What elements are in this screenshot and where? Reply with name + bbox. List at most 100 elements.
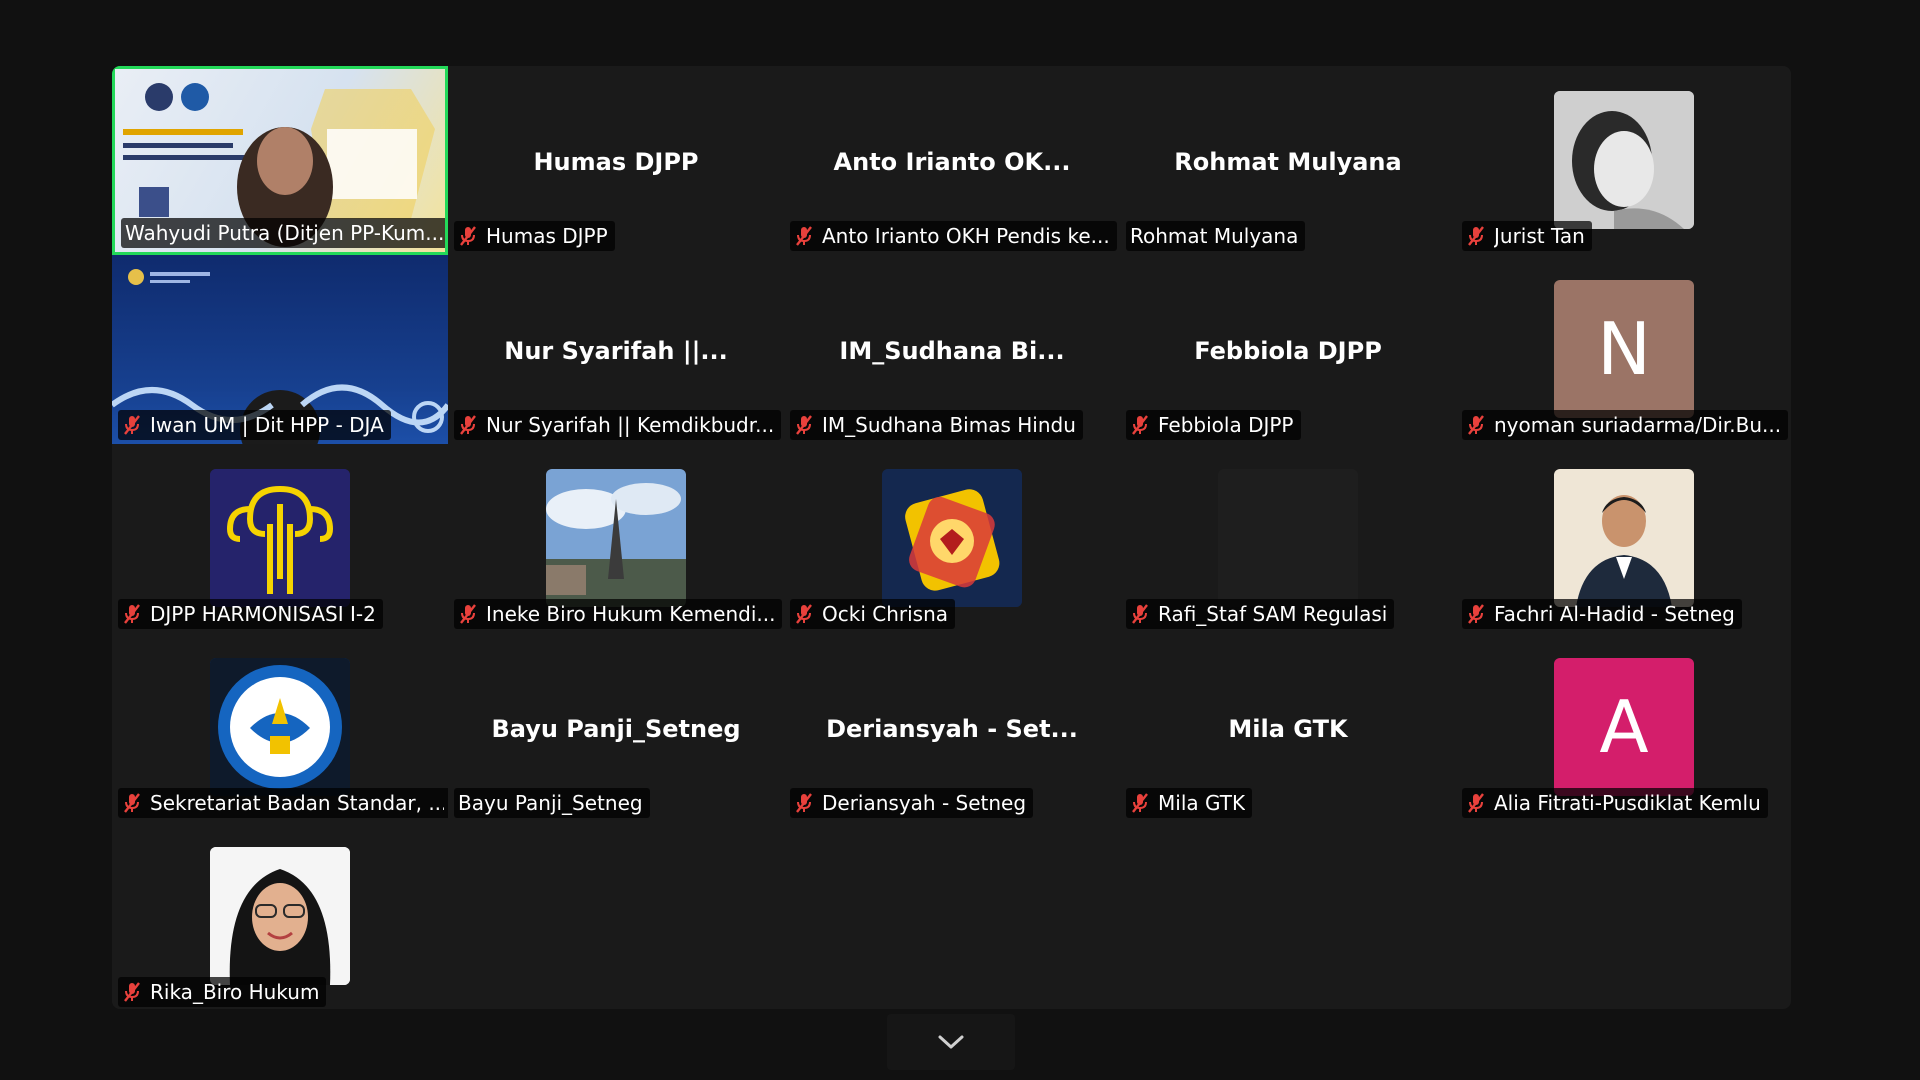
participant-name-label: Febbiola DJPP xyxy=(1126,410,1301,440)
participant-name: Sekretariat Badan Standar, ... xyxy=(150,791,444,815)
participant-avatar: N xyxy=(1554,280,1694,418)
participant-photo xyxy=(546,469,686,607)
participant-name: Humas DJPP xyxy=(486,224,608,248)
chevron-down-icon xyxy=(938,1035,964,1049)
participant-name: nyoman suriadarma/Dir.Bu... xyxy=(1494,413,1782,437)
mic-muted-icon xyxy=(1132,604,1148,624)
participant-name: Nur Syarifah || Kemdikbudr... xyxy=(486,413,775,437)
participant-photo xyxy=(1218,469,1358,607)
participant-tile[interactable]: Wahyudi Putra (Ditjen PP-Kum... xyxy=(112,66,448,255)
participant-tile[interactable]: Ocki Chrisna xyxy=(784,444,1120,633)
participant-logo xyxy=(882,469,1022,607)
participant-tile[interactable]: Anto Irianto OK... Anto Irianto OKH Pend… xyxy=(784,66,1120,255)
participant-name: Ineke Biro Hukum Kemendi... xyxy=(486,602,776,626)
participant-name-label: Alia Fitrati-Pusdiklat Kemlu xyxy=(1462,788,1768,818)
participant-display-name: Nur Syarifah ||... xyxy=(504,337,728,365)
participant-name: Rika_Biro Hukum xyxy=(150,980,320,1004)
participant-tile[interactable]: Jurist Tan xyxy=(1456,66,1791,255)
participant-tile[interactable]: Nur Syarifah ||... Nur Syarifah || Kemdi… xyxy=(448,255,784,444)
participant-tile[interactable]: Rafi_Staf SAM Regulasi xyxy=(1120,444,1456,633)
mic-muted-icon xyxy=(124,982,140,1002)
participant-name-label: Humas DJPP xyxy=(454,221,615,251)
participant-name-label: Iwan UM | Dit HPP - DJA xyxy=(118,410,391,440)
participant-display-name: IM_Sudhana Bi... xyxy=(839,337,1065,365)
participant-name-label: Jurist Tan xyxy=(1462,221,1592,251)
participant-tile[interactable]: Rohmat Mulyana Rohmat Mulyana xyxy=(1120,66,1456,255)
participant-name: Fachri Al-Hadid - Setneg xyxy=(1494,602,1735,626)
participant-tile[interactable]: Deriansyah - Set... Deriansyah - Setneg xyxy=(784,633,1120,822)
participant-name: Anto Irianto OKH Pendis ke... xyxy=(822,224,1110,248)
participant-photo xyxy=(210,847,350,985)
participant-name: Rohmat Mulyana xyxy=(1130,224,1299,248)
participant-avatar: A xyxy=(1554,658,1694,796)
participant-display-name: Mila GTK xyxy=(1228,715,1348,743)
participant-name: Wahyudi Putra (Ditjen PP-Kum... xyxy=(125,221,445,245)
participant-tile[interactable]: Ineke Biro Hukum Kemendi... xyxy=(448,444,784,633)
participant-name-label: Wahyudi Putra (Ditjen PP-Kum... xyxy=(121,218,445,248)
participant-tile[interactable]: Fachri Al-Hadid - Setneg xyxy=(1456,444,1791,633)
mic-muted-icon xyxy=(1468,415,1484,435)
participant-name-label: Ocki Chrisna xyxy=(790,599,956,629)
participant-name: Mila GTK xyxy=(1158,791,1246,815)
participant-display-name: Anto Irianto OK... xyxy=(833,148,1071,176)
participant-name: Rafi_Staf SAM Regulasi xyxy=(1158,602,1388,626)
mic-muted-icon xyxy=(796,415,812,435)
mic-muted-icon xyxy=(124,793,140,813)
mic-muted-icon xyxy=(1132,793,1148,813)
participant-display-name: Bayu Panji_Setneg xyxy=(491,715,741,743)
participant-logo xyxy=(210,469,350,607)
mic-muted-icon xyxy=(796,793,812,813)
participant-tile[interactable]: Mila GTK Mila GTK xyxy=(1120,633,1456,822)
participant-name: Febbiola DJPP xyxy=(1158,413,1294,437)
mic-muted-icon xyxy=(1468,226,1484,246)
participant-tile[interactable]: Bayu Panji_Setneg Bayu Panji_Setneg xyxy=(448,633,784,822)
mic-muted-icon xyxy=(1132,415,1148,435)
mic-muted-icon xyxy=(460,226,476,246)
participant-logo xyxy=(210,658,350,796)
mic-muted-icon xyxy=(796,604,812,624)
participant-tile[interactable]: IM_Sudhana Bi... IM_Sudhana Bimas Hindu xyxy=(784,255,1120,444)
participant-name-label: Rika_Biro Hukum xyxy=(118,977,327,1007)
participant-gallery-grid: Wahyudi Putra (Ditjen PP-Kum... Humas DJ… xyxy=(112,66,1791,1009)
participant-name: Alia Fitrati-Pusdiklat Kemlu xyxy=(1494,791,1761,815)
mic-muted-icon xyxy=(460,415,476,435)
mic-muted-icon xyxy=(1468,604,1484,624)
participant-name-label: Rafi_Staf SAM Regulasi xyxy=(1126,599,1395,629)
participant-name-label: DJPP HARMONISASI I-2 xyxy=(118,599,383,629)
participant-name-label: Sekretariat Badan Standar, ... xyxy=(118,788,448,818)
participant-name: Iwan UM | Dit HPP - DJA xyxy=(150,413,384,437)
participant-tile[interactable]: N nyoman suriadarma/Dir.Bu... xyxy=(1456,255,1791,444)
mic-muted-icon xyxy=(1468,793,1484,813)
mic-muted-icon xyxy=(796,226,812,246)
participant-name-label: nyoman suriadarma/Dir.Bu... xyxy=(1462,410,1789,440)
participant-name-label: Ineke Biro Hukum Kemendi... xyxy=(454,599,783,629)
participant-display-name: Febbiola DJPP xyxy=(1194,337,1382,365)
show-more-button[interactable] xyxy=(887,1014,1015,1070)
participant-name-label: Deriansyah - Setneg xyxy=(790,788,1034,818)
participant-name: IM_Sudhana Bimas Hindu xyxy=(822,413,1076,437)
participant-name-label: Bayu Panji_Setneg xyxy=(454,788,650,818)
participant-tile[interactable]: Iwan UM | Dit HPP - DJA xyxy=(112,255,448,444)
participant-tile[interactable]: Febbiola DJPP Febbiola DJPP xyxy=(1120,255,1456,444)
participant-name: Deriansyah - Setneg xyxy=(822,791,1027,815)
participant-tile[interactable]: DJPP HARMONISASI I-2 xyxy=(112,444,448,633)
participant-name-label: Anto Irianto OKH Pendis ke... xyxy=(790,221,1117,251)
mic-muted-icon xyxy=(124,604,140,624)
participant-tile[interactable]: A Alia Fitrati-Pusdiklat Kemlu xyxy=(1456,633,1791,822)
participant-tile[interactable]: Humas DJPP Humas DJPP xyxy=(448,66,784,255)
participant-name-label: IM_Sudhana Bimas Hindu xyxy=(790,410,1083,440)
participant-tile[interactable]: Sekretariat Badan Standar, ... xyxy=(112,633,448,822)
participant-display-name: Rohmat Mulyana xyxy=(1174,148,1402,176)
participant-display-name: Deriansyah - Set... xyxy=(826,715,1078,743)
participant-name: DJPP HARMONISASI I-2 xyxy=(150,602,376,626)
participant-tile[interactable]: Rika_Biro Hukum xyxy=(112,822,448,1009)
mic-muted-icon xyxy=(460,604,476,624)
participant-photo xyxy=(1554,91,1694,229)
participant-name: Bayu Panji_Setneg xyxy=(458,791,643,815)
zoom-gallery-window: Wahyudi Putra (Ditjen PP-Kum... Humas DJ… xyxy=(0,0,1920,1080)
participant-name-label: Fachri Al-Hadid - Setneg xyxy=(1462,599,1742,629)
participant-name-label: Nur Syarifah || Kemdikbudr... xyxy=(454,410,782,440)
participant-name: Jurist Tan xyxy=(1494,224,1585,248)
mic-muted-icon xyxy=(124,415,140,435)
participant-display-name: Humas DJPP xyxy=(533,148,699,176)
